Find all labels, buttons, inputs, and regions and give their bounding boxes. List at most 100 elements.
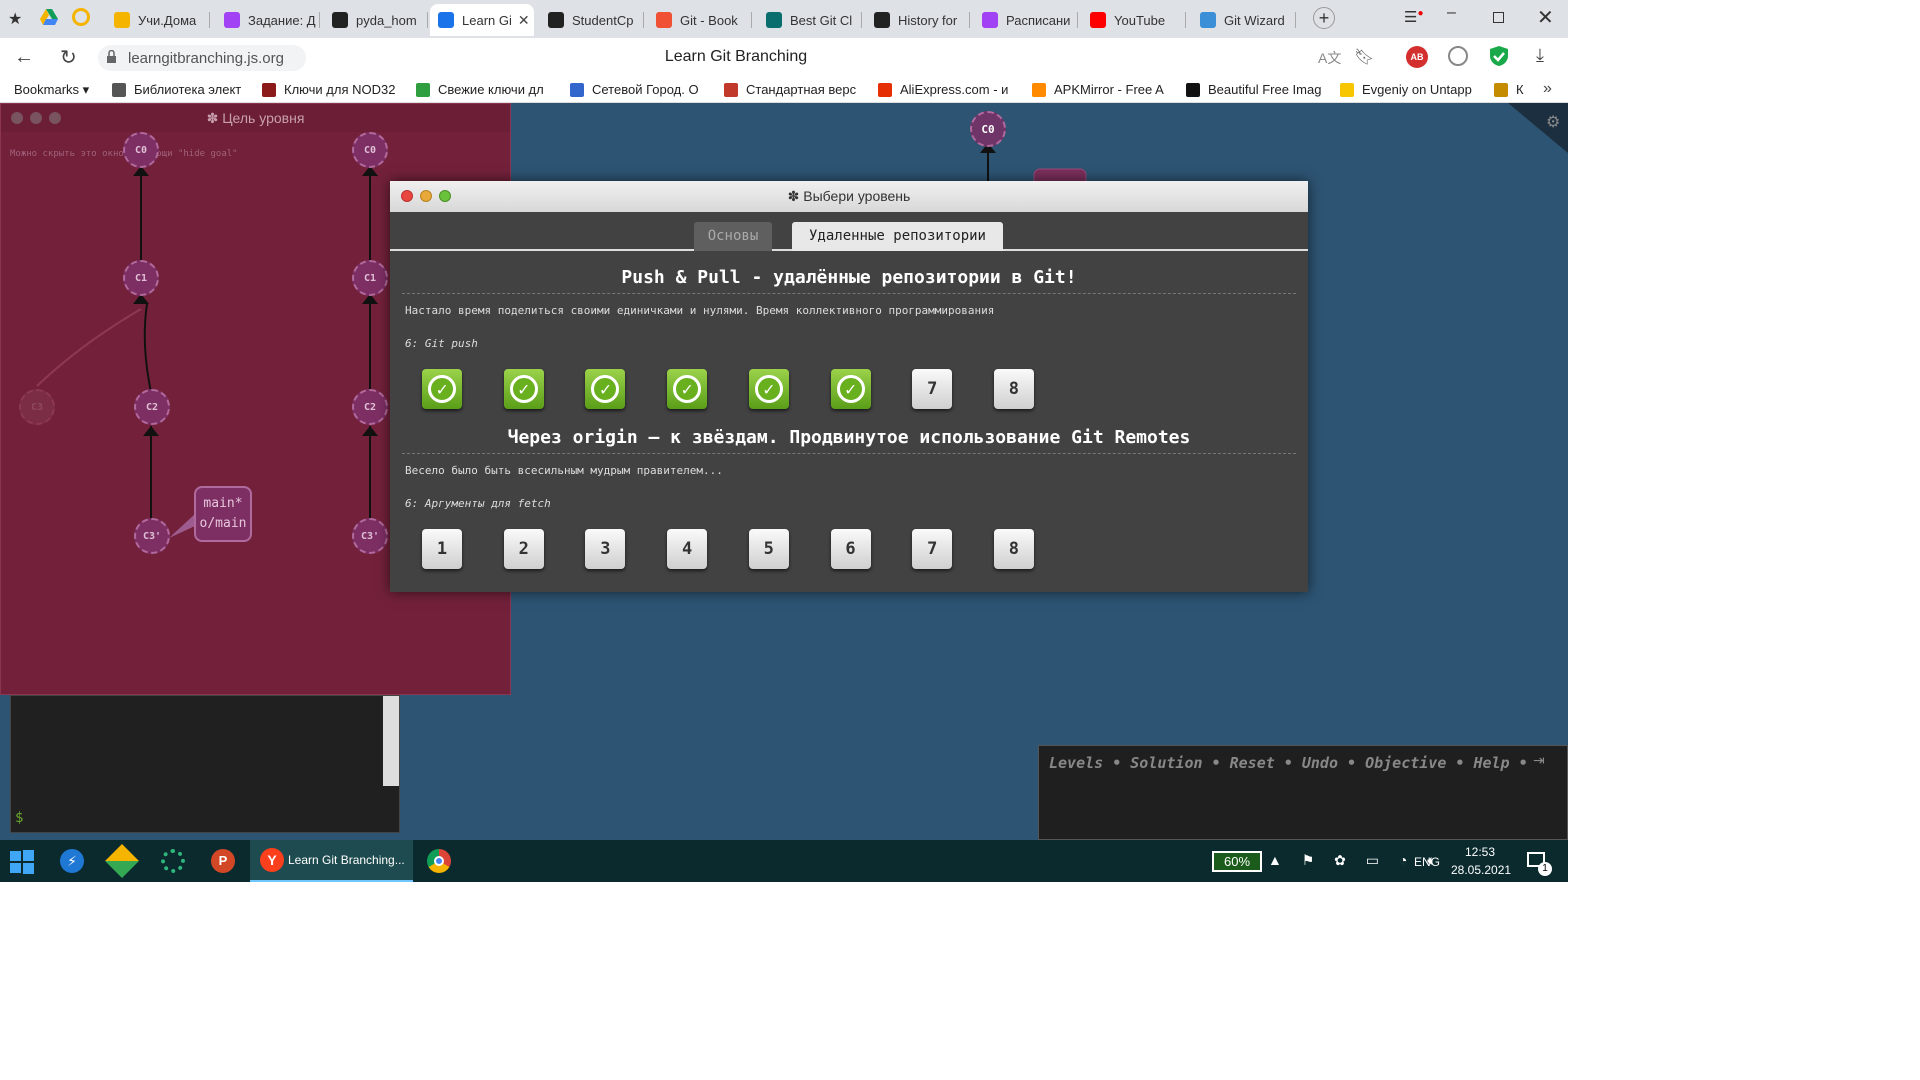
level-button-2-6[interactable]: 6 <box>830 529 871 569</box>
section-description: Настало время поделиться своими единичка… <box>405 304 995 317</box>
battery-percent: 60% <box>1223 854 1251 869</box>
tab-basics[interactable]: Основы <box>694 222 772 251</box>
tab-3[interactable]: Learn Gi ✕ <box>430 4 534 36</box>
bookmark-label: Свежие ключи дл <box>438 82 544 97</box>
protect-shield-icon[interactable] <box>1489 45 1509 67</box>
bookmarks-menu[interactable]: Bookmarks ▾ <box>14 82 89 98</box>
level-button-1-5[interactable]: ✓ <box>748 369 789 409</box>
close-tab-icon[interactable]: ✕ <box>518 12 530 29</box>
bookmark-icon[interactable]: 🔖︎ <box>1354 47 1374 67</box>
adblock-icon[interactable]: AB <box>1406 46 1428 68</box>
level-button-1-1[interactable]: ✓ <box>422 369 462 409</box>
language-indicator[interactable]: ENG <box>1414 855 1440 869</box>
bookmark-favicon-icon <box>1186 82 1200 97</box>
tab-list-icon[interactable]: ☰● <box>1404 8 1424 26</box>
more-bookmarks-icon[interactable]: » <box>1543 80 1552 98</box>
level-button-1-8[interactable]: 8 <box>993 369 1034 409</box>
tab-9[interactable]: YouTube <box>1082 4 1186 36</box>
tab-6[interactable]: Best Git Cl <box>758 4 862 36</box>
level-button-2-1[interactable]: 1 <box>422 529 462 569</box>
level-button-1-3[interactable]: ✓ <box>585 369 626 409</box>
command-solution[interactable]: Solution <box>1130 754 1202 772</box>
level-button-1-6[interactable]: ✓ <box>830 369 871 409</box>
power-automate-icon[interactable]: ⚡ <box>60 849 84 873</box>
bookmark-item[interactable]: Ключи для NOD32 <box>262 82 402 97</box>
level-button-2-7[interactable]: 7 <box>912 529 953 569</box>
command-objective[interactable]: Objective <box>1365 754 1446 772</box>
minimize-dot-icon[interactable] <box>420 190 432 202</box>
bookmark-item[interactable]: Сетевой Город. О <box>570 82 710 97</box>
chrome-icon[interactable] <box>427 849 451 873</box>
close-window-icon[interactable]: ✕ <box>1537 5 1554 30</box>
command-levels[interactable]: Levels <box>1049 754 1103 772</box>
bookmark-item[interactable]: Свежие ключи дл <box>416 82 556 97</box>
reload-icon[interactable]: ↻ <box>60 45 77 70</box>
bookmark-favicon-icon <box>1340 82 1354 97</box>
level-button-1-4[interactable]: ✓ <box>667 369 708 409</box>
bookmark-item[interactable]: К <box>1494 82 1524 97</box>
clock-time[interactable]: 12:53 <box>1465 845 1495 859</box>
level-number: 5 <box>763 539 774 559</box>
corner-ribbon[interactable]: ⚙ <box>1508 103 1568 153</box>
tab-4[interactable]: StudentCp <box>540 4 644 36</box>
goal-commit-node: C2 <box>352 389 388 425</box>
level-button-2-8[interactable]: 8 <box>993 529 1034 569</box>
tab-5[interactable]: Git - Book <box>648 4 752 36</box>
terminal-scrollbar[interactable] <box>383 696 399 786</box>
tab-remote-repos[interactable]: Удаленные репозитории <box>792 222 1003 251</box>
new-tab-button[interactable]: + <box>1313 7 1335 29</box>
bookmark-favicon-icon <box>262 82 276 97</box>
bookmark-label: Сетевой Город. О <box>592 82 699 97</box>
bookmark-item[interactable]: Библиотека элект <box>112 82 247 97</box>
sync-icon[interactable] <box>72 8 90 26</box>
tab-title: Git Wizard <box>1224 12 1285 28</box>
download-icon[interactable]: ⤓ <box>1536 45 1544 66</box>
level-button-1-7[interactable]: 7 <box>912 369 953 409</box>
level-button-2-4[interactable]: 4 <box>667 529 708 569</box>
maximize-dot-icon[interactable] <box>439 190 451 202</box>
tab-7[interactable]: History for <box>866 4 970 36</box>
battery-indicator[interactable]: 60% <box>1212 851 1262 872</box>
level-button-2-5[interactable]: 5 <box>748 529 789 569</box>
tab-8[interactable]: Расписани <box>974 4 1078 36</box>
level-button-2-2[interactable]: 2 <box>503 529 544 569</box>
restore-window-icon[interactable] <box>1493 12 1504 23</box>
vpn-globe-icon[interactable] <box>1448 46 1468 66</box>
tab-10[interactable]: Git Wizard <box>1192 4 1296 36</box>
bookmark-star-icon[interactable]: ★ <box>8 9 22 29</box>
terminal[interactable]: $ <box>10 695 400 833</box>
bookmark-item[interactable]: Beautiful Free Imag <box>1186 82 1326 97</box>
command-undo[interactable]: Undo <box>1302 754 1338 772</box>
close-dot-icon[interactable] <box>401 190 413 202</box>
tab-2[interactable]: pyda_hom <box>324 4 428 36</box>
back-icon[interactable]: ← <box>14 46 34 69</box>
bookmark-item[interactable]: APKMirror - Free A <box>1032 82 1172 97</box>
bookmark-item[interactable]: Стандартная верс <box>724 82 864 97</box>
taskbar-yandex-browser[interactable]: Y Learn Git Branching... <box>250 840 413 882</box>
check-icon: ✓ <box>836 375 865 403</box>
exit-icon[interactable]: ⇥ <box>1533 752 1545 769</box>
tab-title: Learn Gi <box>462 12 512 28</box>
clock-date[interactable]: 28.05.2021 <box>1451 863 1511 877</box>
bookmark-favicon-icon <box>570 82 584 97</box>
start-icon[interactable] <box>10 850 34 874</box>
tab-1[interactable]: Задание: Д <box>216 4 320 36</box>
section-divider <box>402 453 1296 454</box>
google-drive-icon[interactable] <box>40 9 58 25</box>
command-reset[interactable]: Reset <box>1230 754 1275 772</box>
powerpoint-icon[interactable]: P <box>211 849 235 873</box>
minimize-window-icon[interactable]: – <box>1447 4 1456 22</box>
level-select-dialog: ✽ Выбери уровень Основы Удаленные репози… <box>390 181 1308 592</box>
bookmark-item[interactable]: AliExpress.com - и <box>878 82 1018 97</box>
level-number: 8 <box>1008 379 1020 399</box>
command-help[interactable]: Help <box>1473 754 1509 772</box>
slack-icon[interactable] <box>161 849 185 873</box>
bookmark-item[interactable]: Evgeniy on Untapp <box>1340 82 1480 97</box>
tab-0[interactable]: Учи.Дома <box>106 4 210 36</box>
level-button-2-3[interactable]: 3 <box>585 529 626 569</box>
level-button-1-2[interactable]: ✓ <box>503 369 544 409</box>
url-field[interactable]: learngitbranching.js.org <box>98 45 306 71</box>
git-kraken-icon[interactable] <box>105 844 139 878</box>
separator: • <box>1509 754 1528 772</box>
translate-icon[interactable]: A文 <box>1318 48 1341 68</box>
